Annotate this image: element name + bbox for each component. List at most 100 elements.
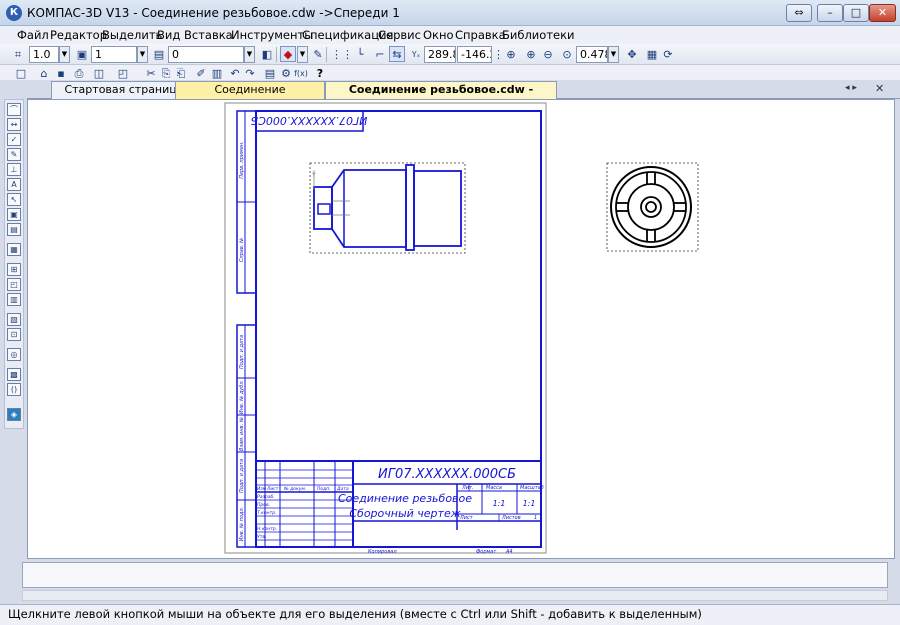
insert-tool-icon[interactable]: ⊞ bbox=[7, 263, 21, 276]
cut-icon[interactable]: ✂ bbox=[143, 65, 159, 81]
col-header-doc: № докум. bbox=[283, 486, 306, 492]
help-pointer-icon[interactable]: ? bbox=[312, 65, 328, 81]
coords-icon: Yₓ bbox=[411, 50, 421, 59]
parametrization-tool-icon[interactable]: ⊥ bbox=[7, 163, 21, 176]
drawing-sheet-svg: ИГ07.XXXXXX.000СБ Перв. примен. Справ. №… bbox=[224, 102, 699, 555]
orthogonal-icon[interactable]: ⌐ bbox=[372, 46, 388, 62]
maximize-button[interactable]: □ bbox=[843, 4, 869, 22]
color-icon[interactable]: ◆ bbox=[280, 46, 296, 62]
undo-icon[interactable]: ↶ bbox=[227, 65, 243, 81]
reports-tool-icon[interactable]: ▦ bbox=[7, 243, 21, 256]
menu-bar: Файл Редактор Выделить Вид Вставка Инстр… bbox=[0, 26, 900, 44]
menu-select[interactable]: Выделить bbox=[102, 28, 162, 42]
variables-icon[interactable]: ⚙ bbox=[278, 65, 294, 81]
row-label-developer: Разраб. bbox=[257, 494, 275, 500]
standard-toolbar: □ ⌂ ▪ ⎙ ◫ ◰ ✂ ⎘ ⎗ ✐ ▥ ↶ ↷ ▤ ⚙ f(x) ? bbox=[0, 65, 900, 80]
layers-icon[interactable]: ▤ bbox=[151, 46, 167, 62]
grid-icon[interactable]: ⋮⋮ bbox=[330, 46, 353, 62]
local-cs-icon[interactable]: └ bbox=[352, 46, 368, 62]
3d-view-tool-icon[interactable]: ◈ bbox=[7, 408, 21, 421]
zoom-scale-icon[interactable]: ⊙ bbox=[559, 46, 575, 62]
menu-tools[interactable]: Инструменты bbox=[231, 28, 313, 42]
manager-icon[interactable]: ◰ bbox=[115, 65, 131, 81]
properties-panel[interactable] bbox=[22, 562, 888, 588]
menu-editor[interactable]: Редактор bbox=[50, 28, 107, 42]
print-icon[interactable]: ⎙ bbox=[71, 65, 87, 81]
zoom-out-icon[interactable]: ⊖ bbox=[540, 46, 556, 62]
snap-grid-icon[interactable]: ⌗ bbox=[10, 46, 26, 62]
drawing-canvas[interactable]: ИГ07.XXXXXX.000СБ Перв. примен. Справ. №… bbox=[27, 99, 895, 559]
table-tool-icon[interactable]: ▥ bbox=[7, 293, 21, 306]
zoom-dropdown[interactable]: ▼ bbox=[608, 46, 619, 63]
title-bar: К КОМПАС-3D V13 - Соединение резьбовое.c… bbox=[0, 0, 900, 26]
col-header-date: Дата bbox=[336, 486, 349, 492]
select-tool-icon[interactable]: ↖ bbox=[7, 193, 21, 206]
tree-icon[interactable]: ▤ bbox=[262, 65, 278, 81]
dimensions-tool-icon[interactable]: ↔ bbox=[7, 118, 21, 131]
tab-close-icon[interactable]: ✕ bbox=[875, 82, 884, 95]
constraints-tool-icon[interactable]: ⊡ bbox=[7, 328, 21, 341]
menu-view[interactable]: Вид bbox=[157, 28, 180, 42]
pan-icon[interactable]: ✥ bbox=[624, 46, 640, 62]
library-tool-icon[interactable]: ▩ bbox=[7, 368, 21, 381]
properties-toolbar: ⌗ 1.0 ▼ ▣ 1 ▼ ▤ 0 ▼ ◧ ◆ ▼ ✎ ⋮⋮ └ ⌐ ⇆ Yₓ … bbox=[0, 44, 900, 65]
open-icon[interactable]: ⌂ bbox=[36, 65, 52, 81]
menu-file[interactable]: Файл bbox=[17, 28, 49, 42]
side-label-orig-inv: Инв. № подл. bbox=[239, 507, 245, 542]
line-scale-field[interactable]: 1.0 bbox=[29, 46, 59, 63]
tab-drawing-cdw[interactable]: Соединение резьбовое.cdw ->Спереди 1 bbox=[325, 81, 557, 112]
measure-tool-icon[interactable]: A bbox=[7, 178, 21, 191]
geometry-tool-icon[interactable]: ⌒ bbox=[7, 103, 21, 116]
layer-name-field[interactable]: 0 bbox=[168, 46, 244, 63]
layer-manager-icon[interactable]: ◧ bbox=[259, 46, 275, 62]
zoom-field[interactable]: 0.478 bbox=[576, 46, 608, 63]
line-scale-dropdown[interactable]: ▼ bbox=[59, 46, 70, 63]
function-icon[interactable]: f(x) bbox=[293, 65, 309, 81]
edit-tool-icon[interactable]: ✎ bbox=[7, 148, 21, 161]
symbols-tool-icon[interactable]: ✓ bbox=[7, 133, 21, 146]
show-all-icon[interactable]: ▦ bbox=[644, 46, 660, 62]
properties-icon[interactable]: ✐ bbox=[193, 65, 209, 81]
specification-tool-icon[interactable]: ▤ bbox=[7, 223, 21, 236]
redo-icon[interactable]: ↷ bbox=[242, 65, 258, 81]
snap-icon[interactable]: ⇆ bbox=[389, 46, 405, 62]
menu-window[interactable]: Окно bbox=[423, 28, 454, 42]
refresh-icon[interactable]: ⟳ bbox=[660, 46, 676, 62]
side-label-dup-inv: Инв. № дубл. bbox=[239, 380, 245, 414]
zoom-in-icon[interactable]: ⊕ bbox=[523, 46, 539, 62]
copy-icon[interactable]: ⎘ bbox=[158, 65, 174, 81]
coord-y-field[interactable]: -146.2 bbox=[457, 46, 492, 63]
layer-state-icon[interactable]: ▣ bbox=[74, 46, 90, 62]
menu-service[interactable]: Сервис bbox=[378, 28, 421, 42]
macro-tool-icon[interactable]: ◎ bbox=[7, 348, 21, 361]
style-icon[interactable]: ✎ bbox=[310, 46, 326, 62]
zoom-window-icon[interactable]: ⊕ bbox=[503, 46, 519, 62]
views-tool-icon[interactable]: ▣ bbox=[7, 208, 21, 221]
paste-icon[interactable]: ⎗ bbox=[173, 65, 189, 81]
variables-tool-icon[interactable]: () bbox=[7, 383, 21, 396]
preview-icon[interactable]: ◫ bbox=[91, 65, 107, 81]
menu-libraries[interactable]: Библиотеки bbox=[502, 28, 575, 42]
status-bar: Щелкните левой кнопкой мыши на объекте д… bbox=[0, 604, 900, 625]
color-dropdown[interactable]: ▼ bbox=[297, 46, 308, 63]
status-message: Щелкните левой кнопкой мыши на объекте д… bbox=[8, 607, 702, 621]
format-label: Формат bbox=[476, 549, 497, 555]
tab-scroll-arrows-icon[interactable]: ◂ ▸ bbox=[845, 83, 857, 93]
fragment-tool-icon[interactable]: ◰ bbox=[7, 278, 21, 291]
close-button[interactable]: ✕ bbox=[869, 4, 896, 22]
save-icon[interactable]: ▪ bbox=[53, 65, 69, 81]
layer-number-field[interactable]: 1 bbox=[91, 46, 137, 63]
side-view[interactable] bbox=[606, 162, 699, 252]
layer-name-dropdown[interactable]: ▼ bbox=[244, 46, 255, 63]
menu-help[interactable]: Справка bbox=[455, 28, 506, 42]
compact-toolbar: ⌒ ↔ ✓ ✎ ⊥ A ↖ ▣ ▤ ▦ ⊞ ◰ ▥ ▧ ⊡ ◎ ▩ () ◈ bbox=[4, 99, 24, 429]
new-document-icon[interactable]: □ bbox=[13, 65, 29, 81]
hatch-tool-icon[interactable]: ▧ bbox=[7, 313, 21, 326]
menu-insert[interactable]: Вставка bbox=[184, 28, 233, 42]
format-icon[interactable]: ▥ bbox=[209, 65, 225, 81]
tab-assembly-a3d[interactable]: Соединение резьбовое.a3d bbox=[175, 81, 325, 112]
layer-number-dropdown[interactable]: ▼ bbox=[137, 46, 148, 63]
coord-x-field[interactable]: 289.8 bbox=[424, 46, 456, 63]
minimize-button[interactable]: – bbox=[817, 4, 843, 22]
restore-window-button[interactable]: ⇔ bbox=[786, 4, 812, 22]
